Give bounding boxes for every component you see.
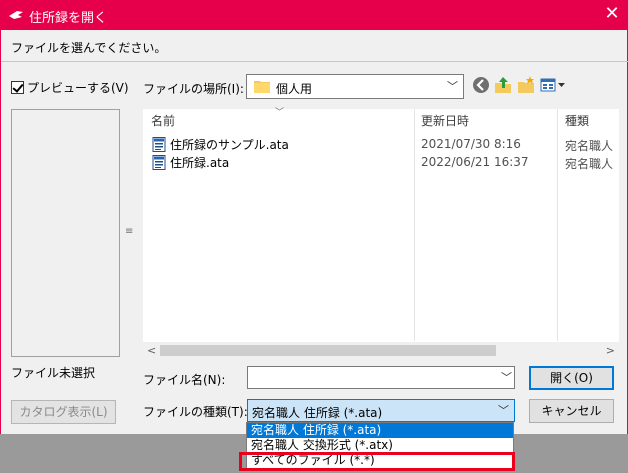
chevron-down-icon[interactable]: ﹀	[498, 402, 509, 418]
file-type: 宛名職人	[565, 139, 614, 153]
instruction-text: ファイルを選んでください。	[11, 41, 167, 55]
preview-checkbox[interactable]: プレビューする(V)	[11, 79, 129, 96]
open-dialog: 住所録を開く ✕ ファイルを選んでください。 プレビューする(V) ファイル未選…	[0, 0, 628, 434]
open-button[interactable]: 開く(O)	[529, 366, 614, 390]
new-folder-icon[interactable]	[517, 76, 535, 94]
file-type: 宛名職人	[565, 157, 614, 171]
horizontal-scrollbar[interactable]: < >	[143, 342, 619, 359]
file-date: 2021/07/30 8:16	[421, 137, 521, 151]
address-book-file-icon	[152, 155, 166, 170]
checkbox-checked-icon[interactable]	[11, 81, 24, 94]
location-label: ファイルの場所(I):	[143, 82, 244, 96]
chevron-down-icon[interactable]: ﹀	[447, 78, 458, 94]
filetype-option[interactable]: 宛名職人 住所録 (*.ata)	[247, 423, 513, 438]
file-name: 住所録のサンプル.ata	[170, 138, 289, 152]
file-row[interactable]: 住所録のサンプル.ata 2021/07/30 8:16 宛名職人	[143, 136, 619, 153]
column-header-type[interactable]: 種類	[565, 109, 589, 133]
filename-input[interactable]	[247, 366, 515, 389]
cancel-button[interactable]: キャンセル	[529, 399, 614, 423]
no-file-selected-text: ファイル未選択	[11, 366, 96, 380]
chevron-down-icon[interactable]: ﹀	[501, 369, 512, 385]
view-menu-icon[interactable]	[540, 76, 568, 94]
back-icon[interactable]	[472, 76, 490, 94]
scroll-left-icon[interactable]: <	[147, 344, 156, 357]
highlight-box	[239, 452, 515, 471]
app-logo-icon	[9, 11, 23, 19]
filetype-label: ファイルの種類(T):	[143, 405, 248, 419]
catalog-view-button[interactable]: カタログ表示(L)	[11, 400, 116, 424]
preview-pane	[11, 109, 120, 357]
divider	[1, 61, 628, 62]
up-folder-icon[interactable]	[494, 76, 512, 94]
address-book-file-icon	[152, 137, 166, 152]
file-list[interactable]: ﹀ 名前 更新日時 種類 住所録のサンプル.ata 2021/07/30 8:1…	[143, 108, 619, 359]
scrollbar-thumb[interactable]	[160, 345, 496, 356]
filetype-select[interactable]: 宛名職人 住所録 (*.ata) ﹀	[247, 399, 515, 422]
title-bar: 住所録を開く ✕	[1, 0, 628, 30]
column-header-date[interactable]: 更新日時	[421, 109, 469, 133]
file-name: 住所録.ata	[170, 156, 230, 170]
sort-arrow-icon: ﹀	[275, 108, 285, 118]
scroll-right-icon[interactable]: >	[606, 344, 615, 357]
filetype-value: 宛名職人 住所録 (*.ata)	[252, 406, 383, 420]
file-row[interactable]: 住所録.ata 2022/06/21 16:37 宛名職人	[143, 154, 619, 171]
location-value: 個人用	[276, 82, 313, 96]
filetype-option[interactable]: 宛名職人 交換形式 (*.atx)	[247, 438, 513, 453]
splitter-grip-icon[interactable]: ≡	[125, 227, 135, 237]
file-date: 2022/06/21 16:37	[421, 155, 529, 169]
window-title: 住所録を開く	[29, 11, 108, 26]
location-combo[interactable]: 個人用 ﹀	[246, 74, 464, 99]
column-header-name[interactable]: 名前	[151, 109, 175, 133]
preview-checkbox-label: プレビューする(V)	[27, 81, 129, 95]
filename-label: ファイル名(N):	[143, 373, 226, 387]
close-button[interactable]: ✕	[595, 0, 628, 30]
folder-icon	[254, 81, 270, 93]
